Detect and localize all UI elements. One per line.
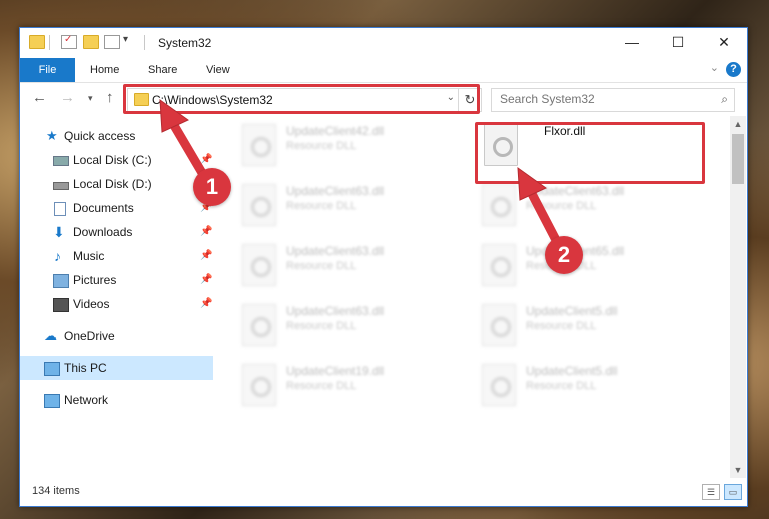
arrow-2-shaft — [525, 185, 561, 245]
step-2-badge: 2 — [545, 236, 583, 274]
arrow-1-shaft — [167, 117, 210, 183]
annotation-arrows — [159, 98, 561, 245]
step-1-badge: 1 — [193, 168, 231, 206]
